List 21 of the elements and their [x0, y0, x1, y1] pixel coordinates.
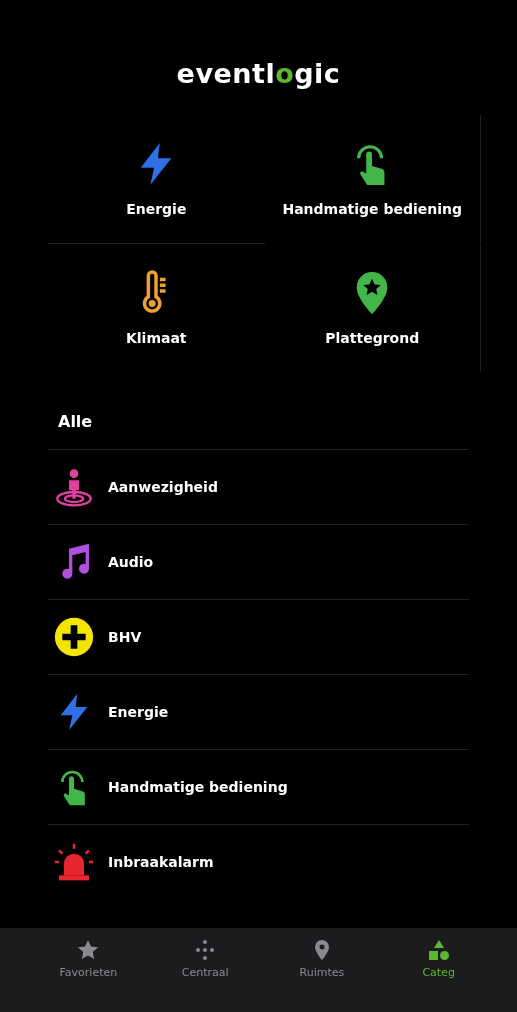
star-icon	[76, 938, 101, 962]
category-list-item[interactable]: Energie	[48, 675, 469, 750]
section-heading: Alle	[48, 398, 469, 450]
category-tile[interactable]: Energie	[48, 115, 265, 244]
category-list-item[interactable]: Inbraakalarm	[48, 825, 469, 899]
category-list-item[interactable]: BHV	[48, 600, 469, 675]
person-target-icon	[54, 467, 94, 507]
tab-button[interactable]: Centraal	[146, 928, 264, 1012]
app-logo: eventlogic	[176, 58, 341, 89]
category-list-item[interactable]: Aanwezigheid	[48, 450, 469, 525]
category-tile[interactable]: Klimaat	[48, 244, 265, 372]
shapes-icon	[426, 938, 451, 962]
tab-button[interactable]: Categ	[380, 928, 497, 1012]
category-list-item[interactable]: Audio	[48, 525, 469, 600]
category-tile[interactable]: Plattegrond	[264, 244, 481, 372]
category-tile[interactable]: Handmatige bediening	[264, 115, 481, 243]
category-list-item[interactable]: Handmatige bediening	[48, 750, 469, 825]
tab-button[interactable]: Favorieten	[30, 928, 147, 1012]
tab-button[interactable]: Ruimtes	[263, 928, 381, 1012]
siren-icon	[54, 842, 94, 882]
plus-circle-icon	[54, 617, 94, 657]
